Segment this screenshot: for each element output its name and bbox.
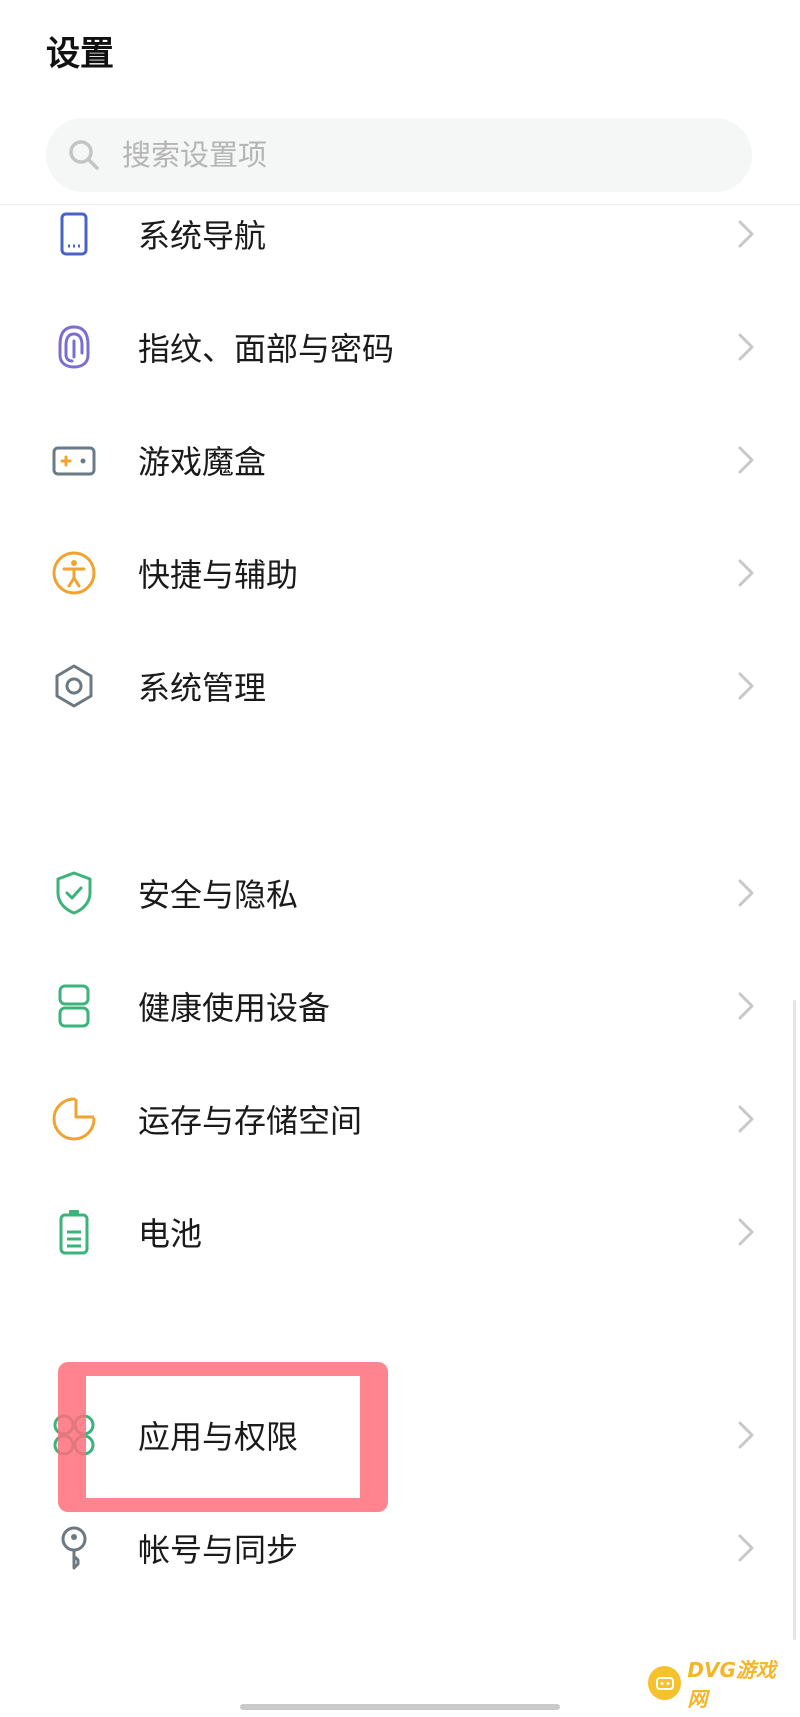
settings-item-security-privacy[interactable]: 安全与隐私 bbox=[0, 843, 800, 943]
chevron-right-icon bbox=[738, 1105, 754, 1133]
pie-chart-icon bbox=[52, 1097, 96, 1141]
scrollbar[interactable] bbox=[793, 1000, 796, 1640]
battery-icon bbox=[59, 1210, 89, 1255]
phone-navigation-icon bbox=[60, 212, 88, 256]
gamepad-icon bbox=[52, 446, 96, 476]
settings-item-label: 帐号与同步 bbox=[138, 1531, 299, 1569]
page-title: 设置 bbox=[46, 34, 114, 74]
chevron-right-icon bbox=[738, 220, 754, 248]
settings-item-system-navigation[interactable]: 系统导航 bbox=[0, 184, 800, 284]
search-bar[interactable] bbox=[46, 118, 752, 192]
chevron-right-icon bbox=[738, 672, 754, 700]
home-indicator[interactable] bbox=[240, 1704, 560, 1710]
settings-item-fingerprint[interactable]: 指纹、面部与密码 bbox=[0, 297, 800, 397]
watermark-logo-icon bbox=[648, 1666, 682, 1700]
chevron-right-icon bbox=[738, 446, 754, 474]
settings-item-label: 快捷与辅助 bbox=[138, 556, 299, 594]
search-input[interactable] bbox=[120, 137, 684, 173]
shield-check-icon bbox=[56, 871, 92, 915]
settings-item-label: 运存与存储空间 bbox=[138, 1102, 363, 1140]
chevron-right-icon bbox=[738, 1421, 754, 1449]
fingerprint-icon bbox=[58, 325, 90, 369]
hexagon-nut-icon bbox=[55, 664, 93, 708]
chevron-right-icon bbox=[738, 879, 754, 907]
settings-item-label: 电池 bbox=[138, 1215, 203, 1253]
settings-item-label: 指纹、面部与密码 bbox=[138, 330, 395, 368]
settings-item-account-sync[interactable]: 帐号与同步 bbox=[0, 1498, 800, 1598]
settings-item-shortcuts-accessibility[interactable]: 快捷与辅助 bbox=[0, 523, 800, 623]
chevron-right-icon bbox=[738, 1218, 754, 1246]
settings-item-digital-wellbeing[interactable]: 健康使用设备 bbox=[0, 956, 800, 1056]
chevron-right-icon bbox=[738, 333, 754, 361]
chevron-right-icon bbox=[738, 559, 754, 587]
settings-item-label: 安全与隐私 bbox=[138, 876, 299, 914]
chevron-right-icon bbox=[738, 992, 754, 1020]
gamepad-icon bbox=[655, 1677, 674, 1690]
watermark: DVG游戏网 bbox=[648, 1658, 794, 1711]
settings-item-memory-storage[interactable]: 运存与存储空间 bbox=[0, 1069, 800, 1169]
search-icon bbox=[69, 140, 99, 170]
highlight-annotation bbox=[58, 1362, 388, 1512]
settings-item-label: 健康使用设备 bbox=[138, 989, 331, 1027]
settings-item-system-management[interactable]: 系统管理 bbox=[0, 636, 800, 736]
key-icon bbox=[61, 1526, 87, 1570]
accessibility-icon bbox=[52, 551, 96, 595]
watermark-text: DVG游戏网 bbox=[687, 1658, 776, 1711]
settings-item-label: 系统管理 bbox=[138, 669, 267, 707]
settings-item-label: 游戏魔盒 bbox=[138, 443, 267, 481]
chevron-right-icon bbox=[738, 1534, 754, 1562]
settings-item-game-box[interactable]: 游戏魔盒 bbox=[0, 410, 800, 510]
settings-item-label: 系统导航 bbox=[138, 217, 267, 255]
settings-item-battery[interactable]: 电池 bbox=[0, 1182, 800, 1282]
hourglass-icon bbox=[58, 984, 90, 1028]
